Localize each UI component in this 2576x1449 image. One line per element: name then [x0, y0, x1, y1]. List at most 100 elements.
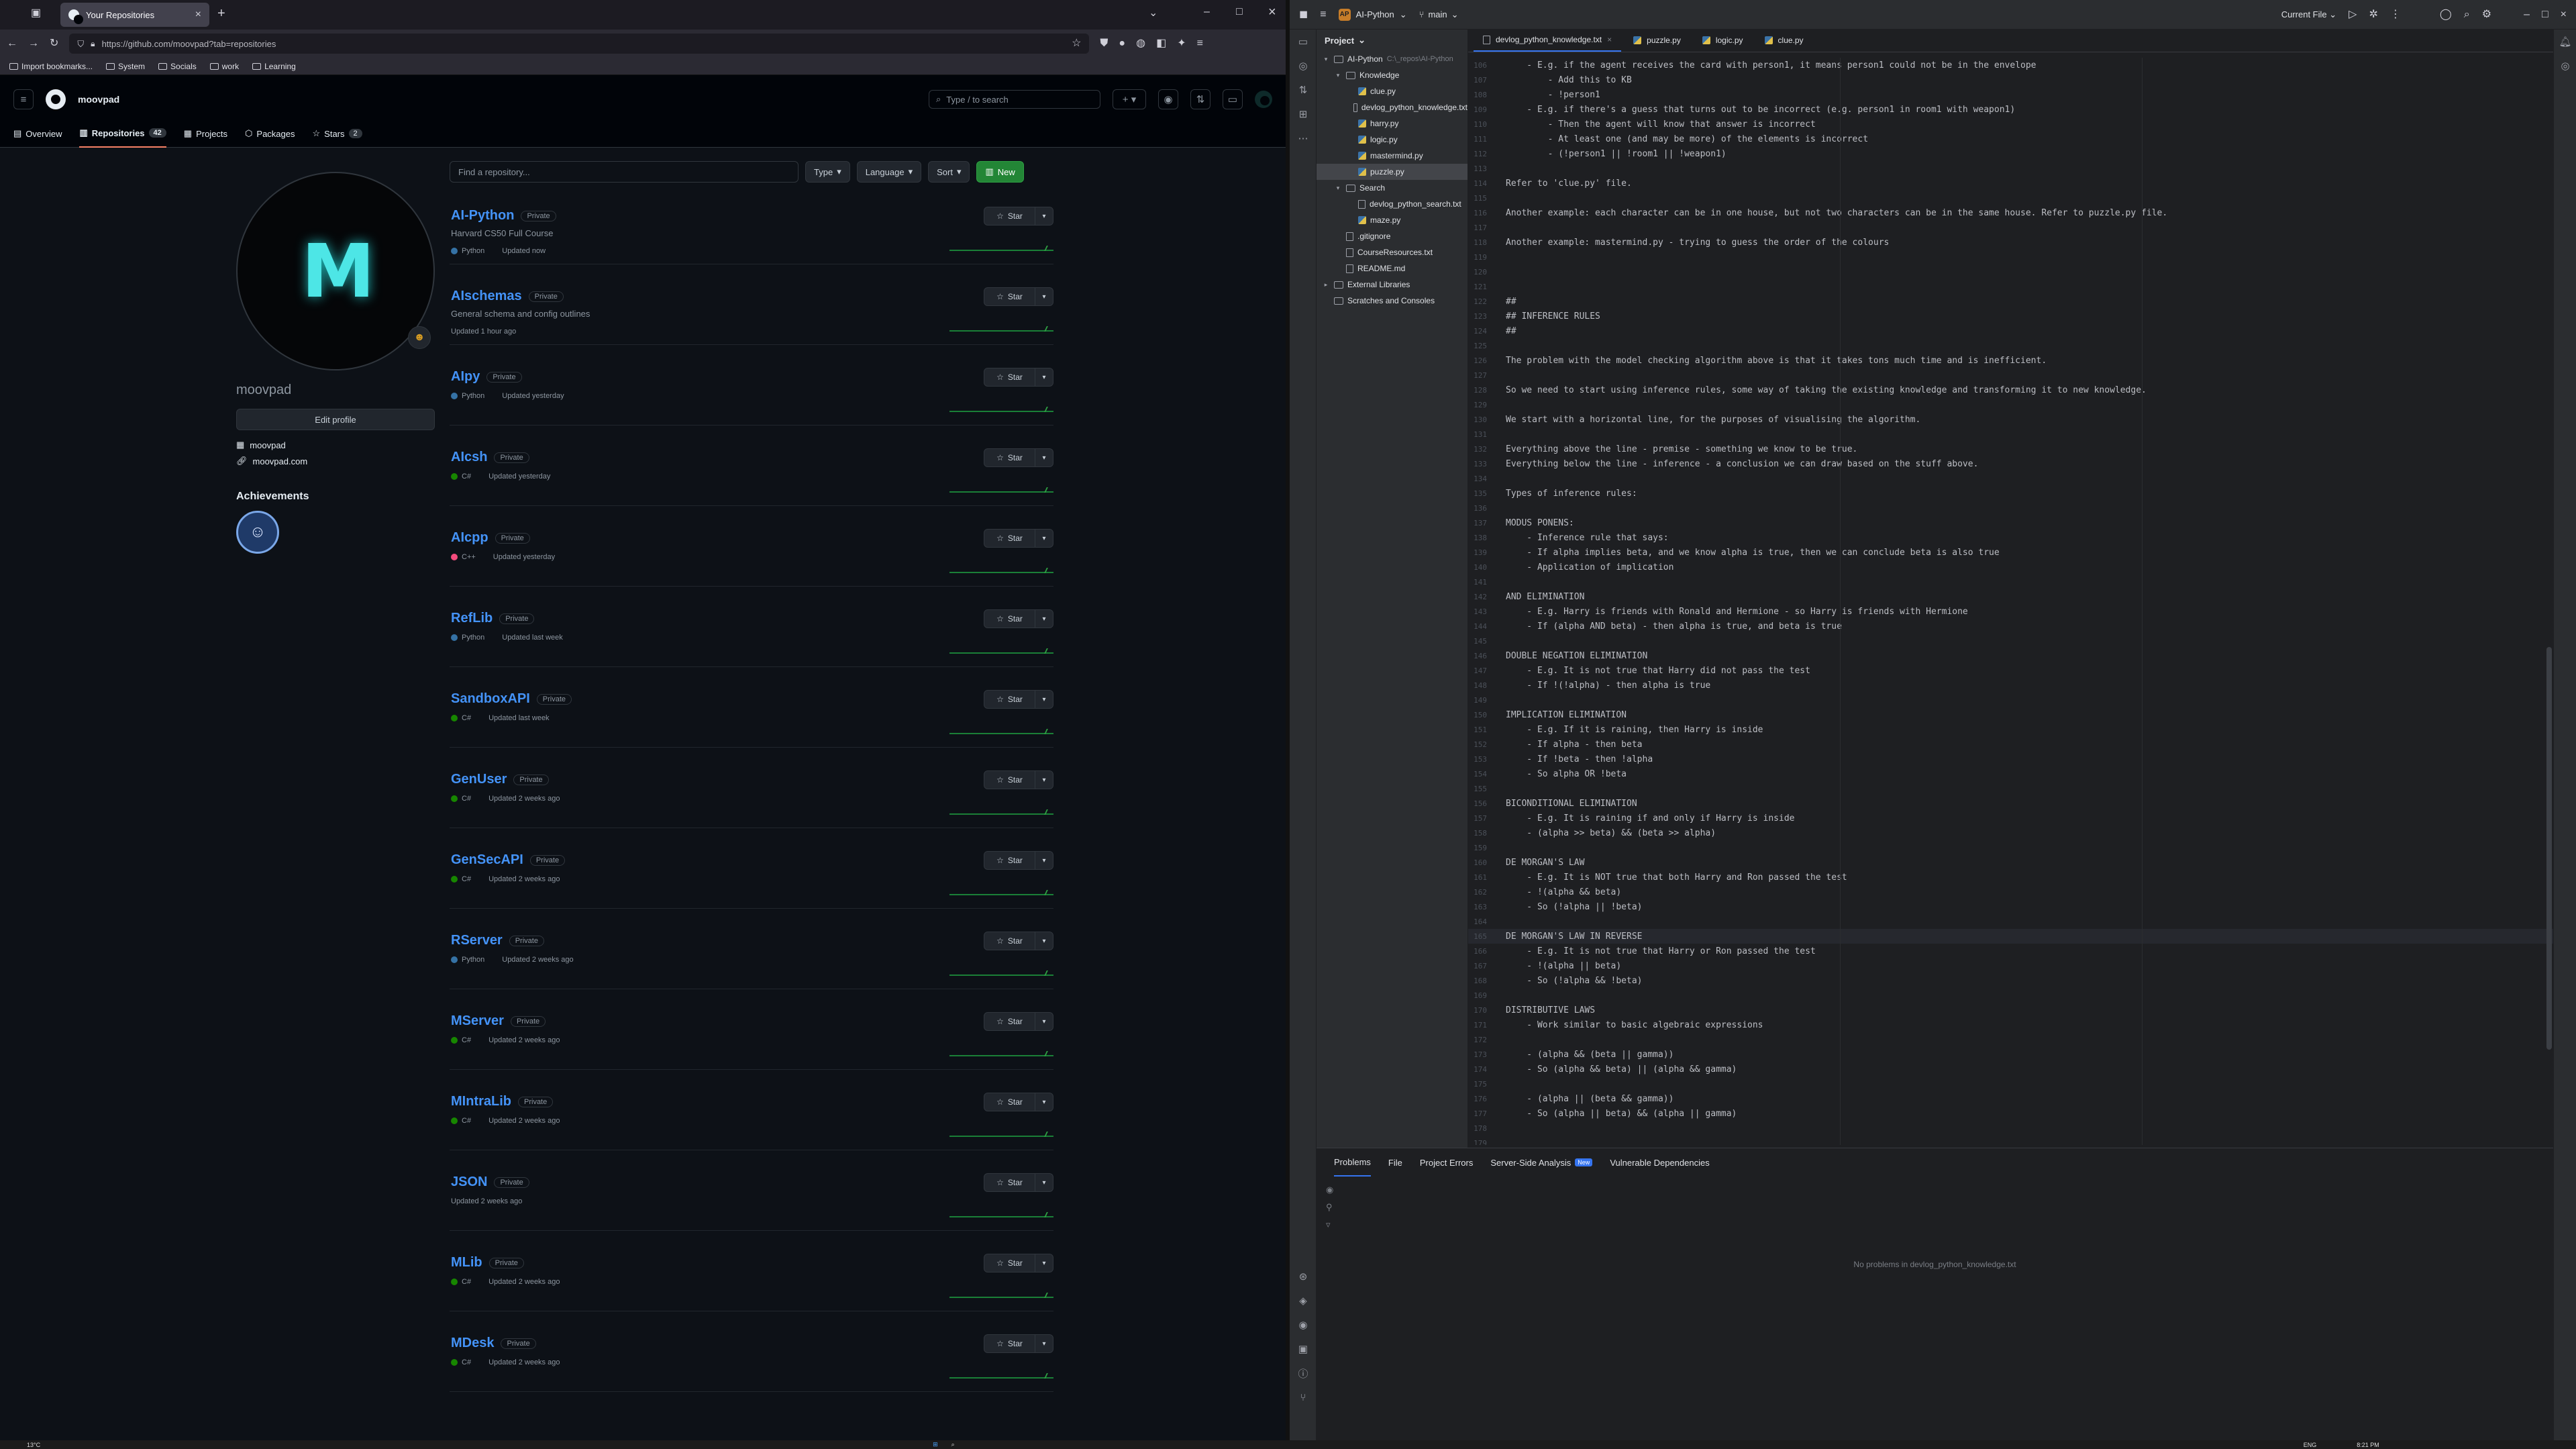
star-main[interactable]: ☆ Star: [984, 610, 1035, 628]
commit-tool-icon[interactable]: ◎: [1290, 54, 1317, 78]
star-button[interactable]: ☆ Star ▾: [984, 287, 1053, 306]
eye-icon[interactable]: ◉: [1326, 1185, 1339, 1198]
inbox-icon[interactable]: ▭: [1223, 89, 1243, 109]
search-everywhere-icon[interactable]: ⌕: [2464, 9, 2470, 20]
structure-tool-icon[interactable]: ⊞: [1290, 102, 1317, 126]
star-button[interactable]: ☆ Star ▾: [984, 932, 1053, 950]
star-main[interactable]: ☆ Star: [984, 288, 1035, 305]
tab-list-icon[interactable]: ▣: [31, 8, 41, 19]
star-list-caret-icon[interactable]: ▾: [1035, 615, 1053, 623]
repo-name[interactable]: AIpy: [451, 369, 480, 384]
new-repository-button[interactable]: ▥ New: [976, 161, 1024, 183]
tree-item[interactable]: ▾ Knowledge: [1317, 67, 1467, 83]
problems-tab-server-side[interactable]: Server-Side Analysis New: [1490, 1148, 1593, 1177]
clock[interactable]: 8:21 PM: [2357, 1442, 2379, 1448]
minimize-icon[interactable]: –: [2524, 9, 2530, 20]
terminal-icon[interactable]: ▣: [1290, 1337, 1317, 1361]
forward-icon[interactable]: →: [28, 38, 39, 49]
problems-tab-vulnerable[interactable]: Vulnerable Dependencies: [1610, 1148, 1709, 1177]
repo-name-link[interactable]: AIcsh Private: [451, 450, 529, 465]
layers-icon[interactable]: ◈: [1290, 1289, 1317, 1313]
star-main[interactable]: ☆ Star: [984, 771, 1035, 789]
star-list-caret-icon[interactable]: ▾: [1035, 777, 1053, 784]
repo-name[interactable]: SandboxAPI: [451, 691, 530, 706]
find-repository-input[interactable]: Find a repository...: [450, 161, 798, 183]
url-bar[interactable]: ⛉ 🔒︎ https://github.com/moovpad?tab=repo…: [69, 34, 1090, 54]
achievement-badge-icon[interactable]: ☺: [236, 511, 279, 554]
back-icon[interactable]: ←: [7, 38, 17, 49]
extensions-icon[interactable]: ✦: [1177, 38, 1186, 49]
url-text[interactable]: https://github.com/moovpad?tab=repositor…: [102, 39, 1066, 49]
bookmark-folder-socials[interactable]: Socials: [158, 62, 197, 71]
tree-item[interactable]: mastermind.py: [1317, 148, 1467, 164]
debug-icon[interactable]: ✲: [2369, 9, 2377, 20]
website-text[interactable]: moovpad.com: [253, 456, 308, 466]
settings-icon[interactable]: ⚙: [2482, 9, 2491, 20]
sort-dropdown[interactable]: Sort ▾: [928, 161, 970, 183]
minimize-icon[interactable]: –: [1204, 7, 1210, 17]
star-list-caret-icon[interactable]: ▾: [1035, 1340, 1053, 1348]
tab-overview[interactable]: ▤ Overview: [13, 119, 62, 148]
bookmark-folder-system[interactable]: System: [106, 62, 145, 71]
star-list-caret-icon[interactable]: ▾: [1035, 938, 1053, 945]
more-actions-icon[interactable]: ⋮: [2390, 9, 2401, 20]
star-button[interactable]: ☆ Star ▾: [984, 448, 1053, 467]
star-main[interactable]: ☆ Star: [984, 368, 1035, 386]
github-logo-icon[interactable]: [46, 89, 66, 109]
extension-icon-2[interactable]: ◍: [1136, 38, 1145, 49]
project-switcher[interactable]: AP AI-Python ⌄: [1338, 8, 1407, 21]
star-list-caret-icon[interactable]: ▾: [1035, 293, 1053, 301]
repo-name[interactable]: MIntraLib: [451, 1094, 511, 1109]
profile-website[interactable]: 🔗︎ moovpad.com: [236, 456, 435, 466]
repo-name[interactable]: MServer: [451, 1013, 504, 1028]
star-main[interactable]: ☆ Star: [984, 207, 1035, 225]
star-button[interactable]: ☆ Star ▾: [984, 1093, 1053, 1111]
star-main[interactable]: ☆ Star: [984, 1013, 1035, 1030]
profile-avatar[interactable]: M ☻: [236, 172, 435, 370]
star-list-caret-icon[interactable]: ▾: [1035, 213, 1053, 220]
close-tab-icon[interactable]: ×: [1607, 35, 1612, 44]
account-icon[interactable]: ◯: [2440, 9, 2452, 20]
repo-name-link[interactable]: MLib Private: [451, 1255, 524, 1270]
tree-item[interactable]: Scratches and Consoles: [1317, 293, 1467, 309]
tree-item[interactable]: README.md: [1317, 260, 1467, 277]
tab-repositories[interactable]: ▥ Repositories 42: [79, 119, 166, 148]
tab-stars[interactable]: ☆ Stars 2: [313, 119, 362, 148]
editor-tab-logic[interactable]: logic.py: [1693, 29, 1753, 52]
repo-name[interactable]: RServer: [451, 933, 503, 948]
project-tool-icon[interactable]: ▭: [1290, 30, 1317, 54]
tab-packages[interactable]: ⬡ Packages: [245, 119, 295, 148]
repo-name[interactable]: GenSecAPI: [451, 852, 523, 867]
star-button[interactable]: ☆ Star ▾: [984, 1334, 1053, 1353]
maximize-icon[interactable]: □: [1236, 7, 1243, 17]
run-icon[interactable]: ▷: [2349, 9, 2357, 20]
star-button[interactable]: ☆ Star ▾: [984, 1012, 1053, 1031]
star-button[interactable]: ☆ Star ▾: [984, 609, 1053, 628]
repo-name-link[interactable]: JSON Private: [451, 1175, 529, 1190]
editor-tab-puzzle[interactable]: puzzle.py: [1624, 29, 1690, 52]
ai-assistant-icon[interactable]: ◎: [2554, 54, 2576, 78]
shield-icon[interactable]: ⛉: [77, 40, 84, 48]
python-packages-icon[interactable]: ⊛: [1290, 1264, 1317, 1289]
status-emoji-icon[interactable]: ☻: [408, 326, 431, 349]
star-list-caret-icon[interactable]: ▾: [1035, 535, 1053, 542]
problems-tab-problems[interactable]: Problems: [1334, 1148, 1371, 1177]
hamburger-menu-icon[interactable]: ≡: [13, 89, 34, 109]
repo-name-link[interactable]: AIpy Private: [451, 369, 522, 385]
project-panel-header[interactable]: Project ⌄: [1317, 30, 1467, 51]
star-main[interactable]: ☆ Star: [984, 530, 1035, 547]
repo-name[interactable]: RefLib: [451, 611, 493, 626]
star-list-caret-icon[interactable]: ▾: [1035, 1018, 1053, 1026]
repo-name-link[interactable]: RefLib Private: [451, 611, 535, 626]
pull-requests-icon[interactable]: ⇅: [1190, 89, 1210, 109]
star-main[interactable]: ☆ Star: [984, 1174, 1035, 1191]
main-menu-icon[interactable]: ≡: [1320, 9, 1326, 20]
bookmark-import[interactable]: Import bookmarks...: [9, 62, 93, 71]
menu-icon[interactable]: ≡: [1197, 38, 1203, 49]
star-list-caret-icon[interactable]: ▾: [1035, 696, 1053, 703]
repo-name-link[interactable]: GenUser Private: [451, 772, 549, 787]
star-button[interactable]: ☆ Star ▾: [984, 529, 1053, 548]
repo-name-link[interactable]: SandboxAPI Private: [451, 691, 572, 707]
tab-overflow-icon[interactable]: ⌄: [1149, 8, 1157, 19]
expand-arrow-icon[interactable]: ▸: [1322, 281, 1330, 289]
